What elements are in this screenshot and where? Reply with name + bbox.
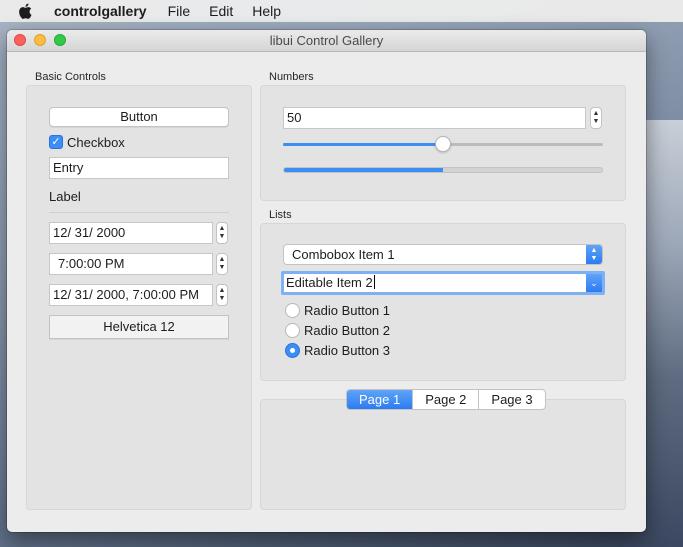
spinbox-stepper[interactable]: ▲ ▼ — [590, 107, 602, 129]
radio-button-3-label[interactable]: Radio Button 3 — [304, 343, 390, 358]
editable-combobox[interactable]: Editable Item 2 ⌄ — [281, 271, 605, 295]
progress-bar — [283, 167, 603, 173]
datetime-stepper[interactable]: ▲ ▼ — [216, 284, 228, 306]
close-window-button[interactable] — [14, 34, 26, 46]
stepper-up-icon[interactable]: ▲ — [593, 110, 600, 118]
radio-button-2[interactable] — [285, 323, 300, 338]
text-cursor — [373, 275, 375, 289]
time-stepper[interactable]: ▲ ▼ — [216, 253, 228, 275]
minimize-window-button[interactable] — [34, 34, 46, 46]
checkbox-label[interactable]: Checkbox — [67, 135, 125, 150]
tab-content-area — [260, 399, 626, 510]
zoom-window-button[interactable] — [54, 34, 66, 46]
tab-page-2[interactable]: Page 2 — [413, 390, 480, 409]
editable-combobox-chevron-down-icon[interactable]: ⌄ — [586, 274, 602, 292]
stepper-up-icon[interactable]: ▲ — [219, 256, 226, 264]
progress-fill — [284, 168, 443, 172]
entry-field[interactable]: Entry — [49, 157, 229, 179]
basic-controls-title: Basic Controls — [35, 71, 106, 83]
combobox-value: Combobox Item 1 — [292, 247, 395, 262]
menu-help[interactable]: Help — [252, 3, 281, 19]
title-bar[interactable]: libui Control Gallery — [7, 30, 646, 52]
radio-button-3[interactable] — [285, 343, 300, 358]
stepper-down-icon[interactable]: ▼ — [219, 295, 226, 303]
button[interactable]: Button — [49, 107, 229, 127]
window-title: libui Control Gallery — [269, 33, 384, 48]
stepper-down-icon[interactable]: ▼ — [593, 118, 600, 126]
main-window: libui Control Gallery Basic Controls But… — [7, 30, 646, 532]
datetime-picker[interactable]: 12/ 31/ 2000, 7:00:00 PM — [49, 284, 213, 306]
tab-bar: Page 1 Page 2 Page 3 — [346, 389, 546, 410]
label-text: Label — [49, 189, 81, 204]
apple-menu-icon[interactable] — [18, 3, 32, 19]
editable-combobox-value[interactable]: Editable Item 2 — [286, 275, 373, 290]
numbers-title: Numbers — [269, 71, 314, 83]
menu-app-name[interactable]: controlgallery — [54, 3, 147, 19]
stepper-up-icon[interactable]: ▲ — [219, 287, 226, 295]
horizontal-separator — [49, 212, 229, 213]
stepper-down-icon[interactable]: ▼ — [219, 233, 226, 241]
lists-title: Lists — [269, 209, 292, 221]
tab-page-3[interactable]: Page 3 — [479, 390, 544, 409]
basic-controls-group: Button ✓ Checkbox Entry Label 12/ 31/ 20… — [26, 85, 252, 510]
radio-button-1[interactable] — [285, 303, 300, 318]
radio-button-1-label[interactable]: Radio Button 1 — [304, 303, 390, 318]
checkbox[interactable]: ✓ — [49, 135, 63, 149]
lists-group: Combobox Item 1 ▲ ▼ Editable Item 2 ⌄ Rad… — [260, 223, 626, 381]
date-picker[interactable]: 12/ 31/ 2000 — [49, 222, 213, 244]
menu-file[interactable]: File — [168, 3, 191, 19]
combobox[interactable]: Combobox Item 1 ▲ ▼ — [283, 244, 603, 265]
slider-fill — [283, 143, 443, 146]
tab-page-1[interactable]: Page 1 — [347, 390, 414, 409]
slider-knob[interactable] — [435, 136, 451, 152]
combobox-chevron-icon[interactable]: ▲ ▼ — [586, 245, 602, 264]
stepper-down-icon[interactable]: ▼ — [219, 264, 226, 272]
numbers-group: 50 ▲ ▼ — [260, 85, 626, 201]
traffic-lights — [14, 34, 66, 46]
stepper-up-icon[interactable]: ▲ — [219, 225, 226, 233]
spinbox-input[interactable]: 50 — [283, 107, 586, 129]
date-stepper[interactable]: ▲ ▼ — [216, 222, 228, 244]
font-button[interactable]: Helvetica 12 — [49, 315, 229, 339]
menu-edit[interactable]: Edit — [209, 3, 233, 19]
menu-bar: controlgallery File Edit Help — [0, 0, 683, 22]
time-picker[interactable]: 7:00:00 PM — [49, 253, 213, 275]
radio-button-2-label[interactable]: Radio Button 2 — [304, 323, 390, 338]
